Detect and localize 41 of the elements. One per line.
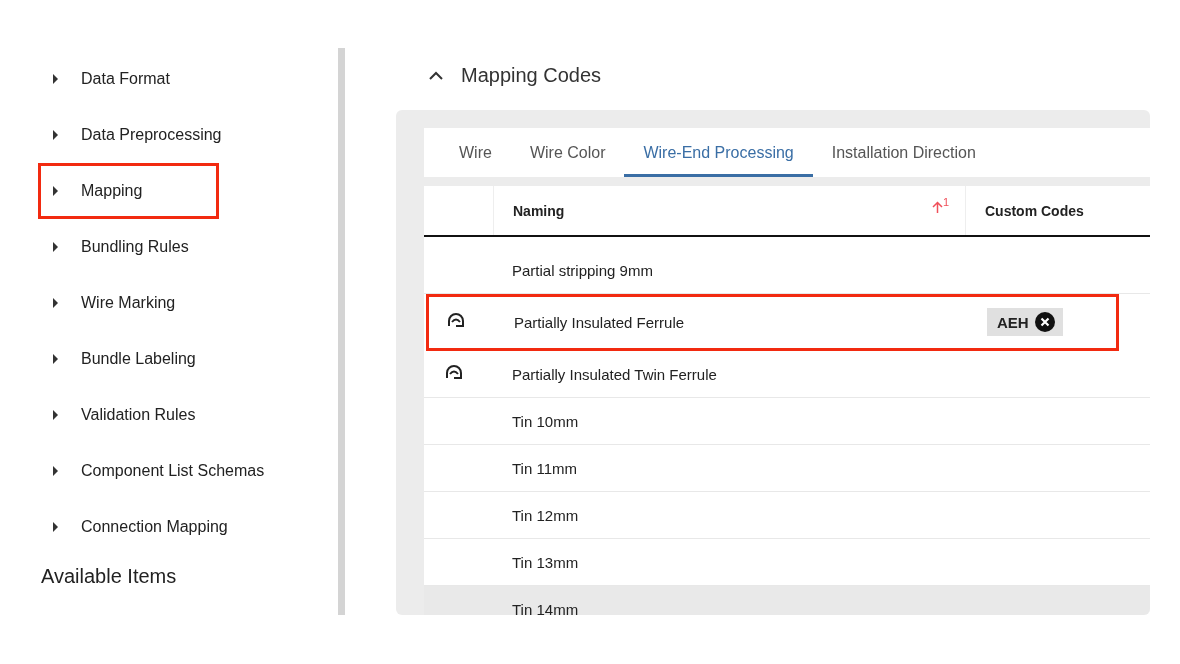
section-heading: Available Items bbox=[40, 564, 178, 588]
caret-right-icon bbox=[52, 242, 59, 252]
table-cell: Tin 13mm bbox=[512, 553, 579, 571]
nav-item[interactable]: Data Preprocessing bbox=[38, 107, 225, 163]
table-cell: Partial stripping 9mm bbox=[512, 261, 653, 279]
nav-item[interactable]: Bundling Rules bbox=[38, 219, 219, 275]
table-cell: Tin 14mm bbox=[512, 600, 579, 615]
nav-item[interactable]: Connection Mapping bbox=[38, 499, 231, 555]
table-row[interactable]: Partially Insulated Ferrule AEH bbox=[426, 294, 1119, 351]
tab[interactable]: Wire-End Processing bbox=[624, 128, 813, 177]
nav-item[interactable]: Mapping bbox=[38, 163, 219, 219]
nav-item[interactable]: Bundle Labeling bbox=[38, 331, 219, 387]
table-cell: Partially Insulated Twin Ferrule bbox=[512, 365, 717, 383]
code-chip: AEH bbox=[987, 308, 1063, 336]
tab[interactable]: Wire Color bbox=[510, 128, 625, 177]
caret-right-icon bbox=[52, 186, 59, 196]
table-cell: Partially Insulated Ferrule bbox=[514, 313, 685, 331]
caret-right-icon bbox=[52, 130, 59, 140]
sort-up-arrow-icon[interactable] bbox=[931, 201, 943, 213]
caret-right-icon bbox=[52, 522, 59, 532]
column-header[interactable]: Naming 1 bbox=[493, 186, 965, 235]
collapse-caret-icon[interactable] bbox=[429, 70, 443, 80]
nav-item[interactable]: Validation Rules bbox=[38, 387, 219, 443]
nav-item[interactable]: Wire Marking bbox=[38, 275, 219, 331]
section-title: Mapping Codes bbox=[461, 63, 602, 87]
table-row[interactable]: Tin 14mm bbox=[424, 586, 1150, 615]
column-header[interactable]: Custom Codes bbox=[965, 186, 1150, 235]
tab[interactable]: Installation Direction bbox=[812, 128, 995, 177]
tab[interactable]: Wire bbox=[441, 128, 511, 177]
nav-item[interactable]: Data Format bbox=[38, 51, 219, 107]
table-cell: Tin 10mm bbox=[512, 412, 579, 430]
table-cell: Tin 12mm bbox=[512, 506, 579, 524]
nav-item[interactable]: Component List Schemas bbox=[38, 443, 268, 499]
caret-right-icon bbox=[52, 74, 59, 84]
table-cell: Tin 11mm bbox=[512, 459, 577, 477]
caret-right-icon bbox=[52, 410, 59, 420]
sort-order: 1 bbox=[942, 196, 949, 208]
caret-right-icon bbox=[52, 298, 59, 308]
caret-right-icon bbox=[52, 466, 59, 476]
remove-icon[interactable] bbox=[1034, 312, 1055, 332]
caret-right-icon bbox=[52, 354, 59, 364]
